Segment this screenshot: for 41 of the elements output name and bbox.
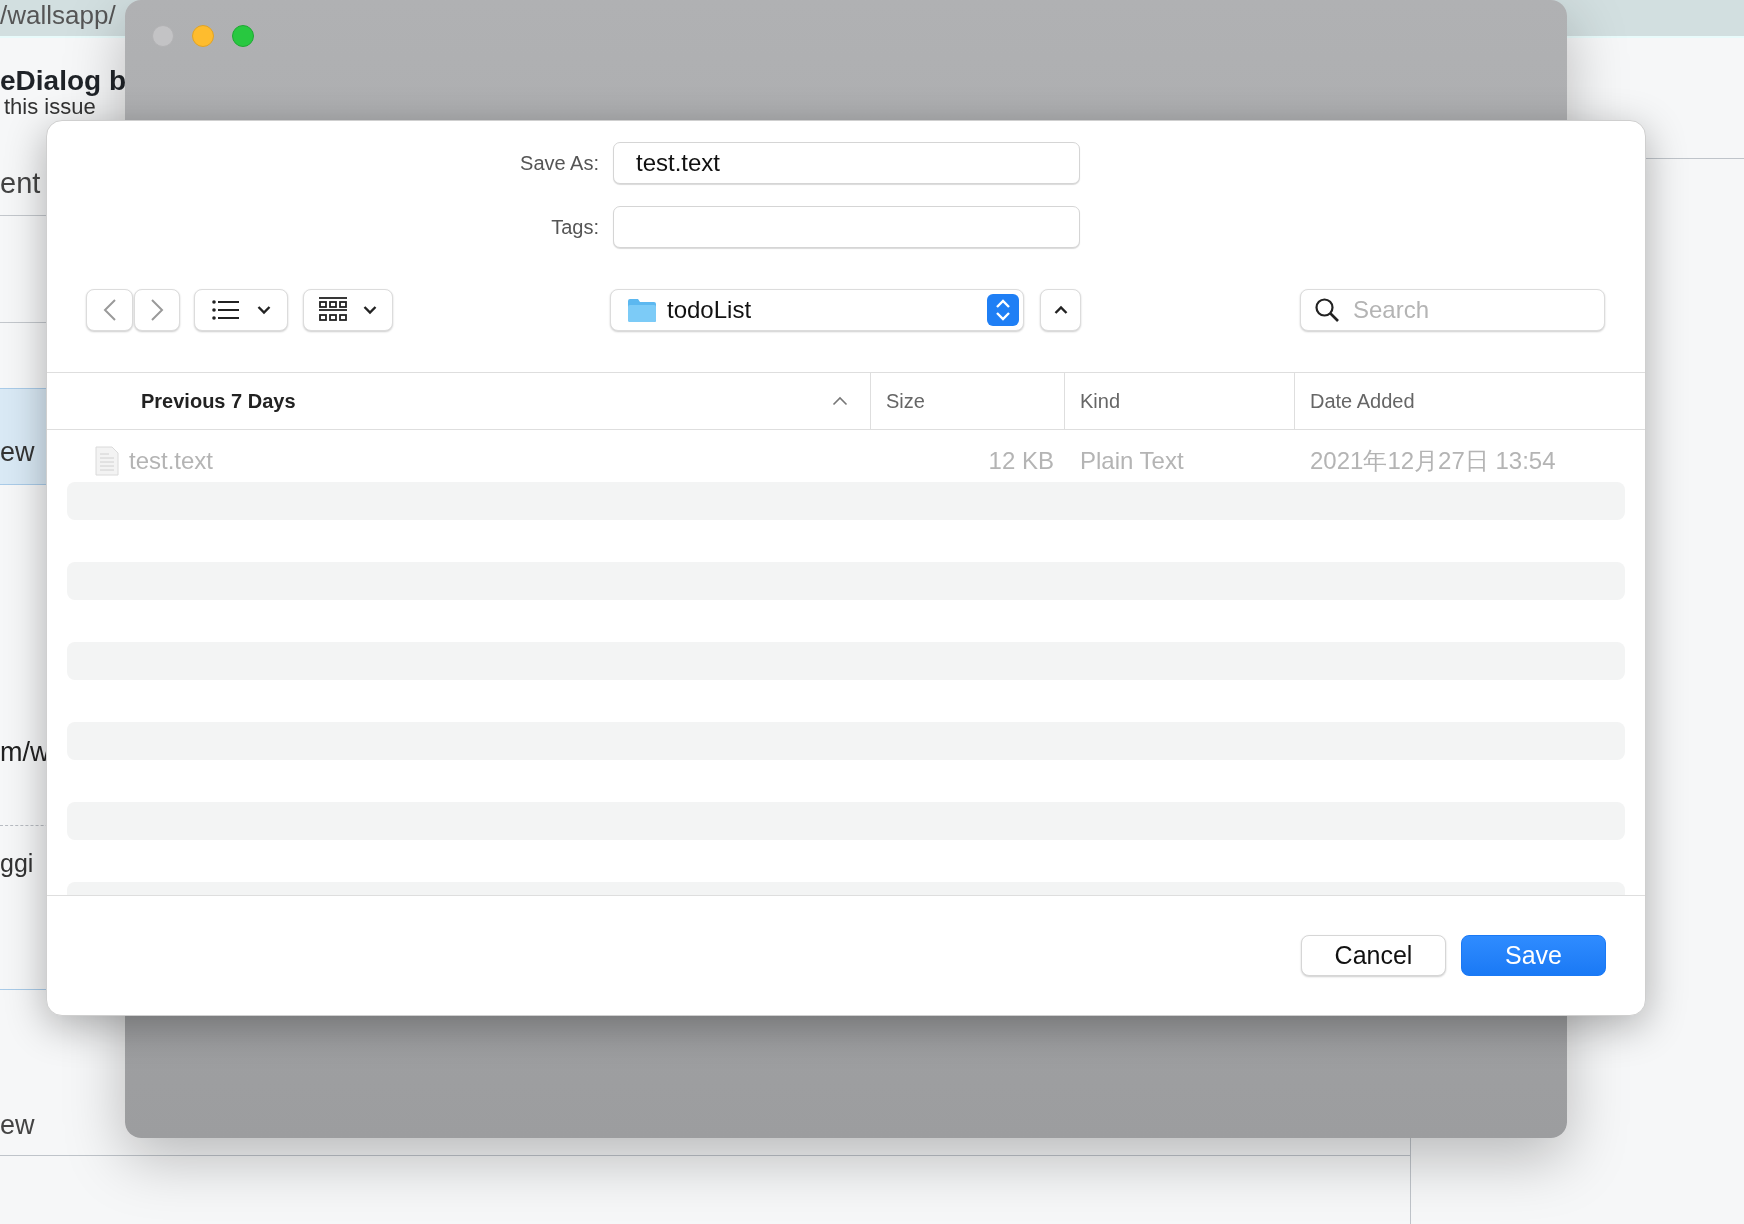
file-name: test.text (129, 446, 214, 476)
column-header[interactable]: Size (886, 386, 925, 416)
forward-button[interactable] (134, 289, 180, 331)
cancel-button[interactable]: Cancel (1301, 935, 1446, 976)
grid-icon (319, 297, 347, 323)
page-text: /wallsapp/ (0, 0, 116, 32)
page-text: ew (0, 436, 35, 469)
chevron-left-icon (102, 298, 117, 322)
stepper-icon (987, 294, 1019, 326)
filename-field[interactable]: test.text (613, 142, 1080, 184)
field-label: Tags: (550, 215, 599, 240)
chevron-right-icon (150, 298, 164, 322)
page-text: ent (0, 166, 41, 201)
list-icon (211, 300, 239, 320)
column-header[interactable]: Previous 7 Days (141, 386, 296, 416)
page-text: ew (0, 1109, 35, 1142)
up-button[interactable] (1040, 289, 1081, 331)
file-kind: Plain Text (1080, 447, 1184, 474)
folder-icon (627, 297, 657, 323)
minimize-button[interactable] (192, 25, 214, 47)
search-field[interactable]: Search (1300, 289, 1605, 331)
page-text: ggi (0, 848, 34, 879)
gallery-view-button[interactable] (303, 289, 393, 331)
list-view-button[interactable] (194, 289, 288, 331)
location-popup[interactable]: todoList (610, 289, 1024, 331)
page-text: eDialog b (0, 64, 126, 98)
column-header[interactable]: Kind (1080, 386, 1121, 416)
save-button[interactable]: Save (1461, 935, 1606, 976)
file-size: 12 KB (988, 447, 1054, 474)
search-icon (1314, 297, 1340, 323)
field-label: Save As: (519, 151, 599, 176)
column-header[interactable]: Date Added (1310, 386, 1415, 416)
file-date: 2021年12月27日 13:54 (1310, 447, 1556, 474)
sort-ascending-icon (832, 396, 848, 406)
chevron-up-icon (1053, 305, 1068, 315)
tags-field[interactable] (613, 206, 1080, 248)
chevron-down-icon (256, 305, 271, 315)
back-button[interactable] (86, 289, 133, 331)
document-icon (95, 446, 119, 476)
chevron-down-icon (363, 305, 377, 315)
zoom-button[interactable] (232, 25, 254, 47)
